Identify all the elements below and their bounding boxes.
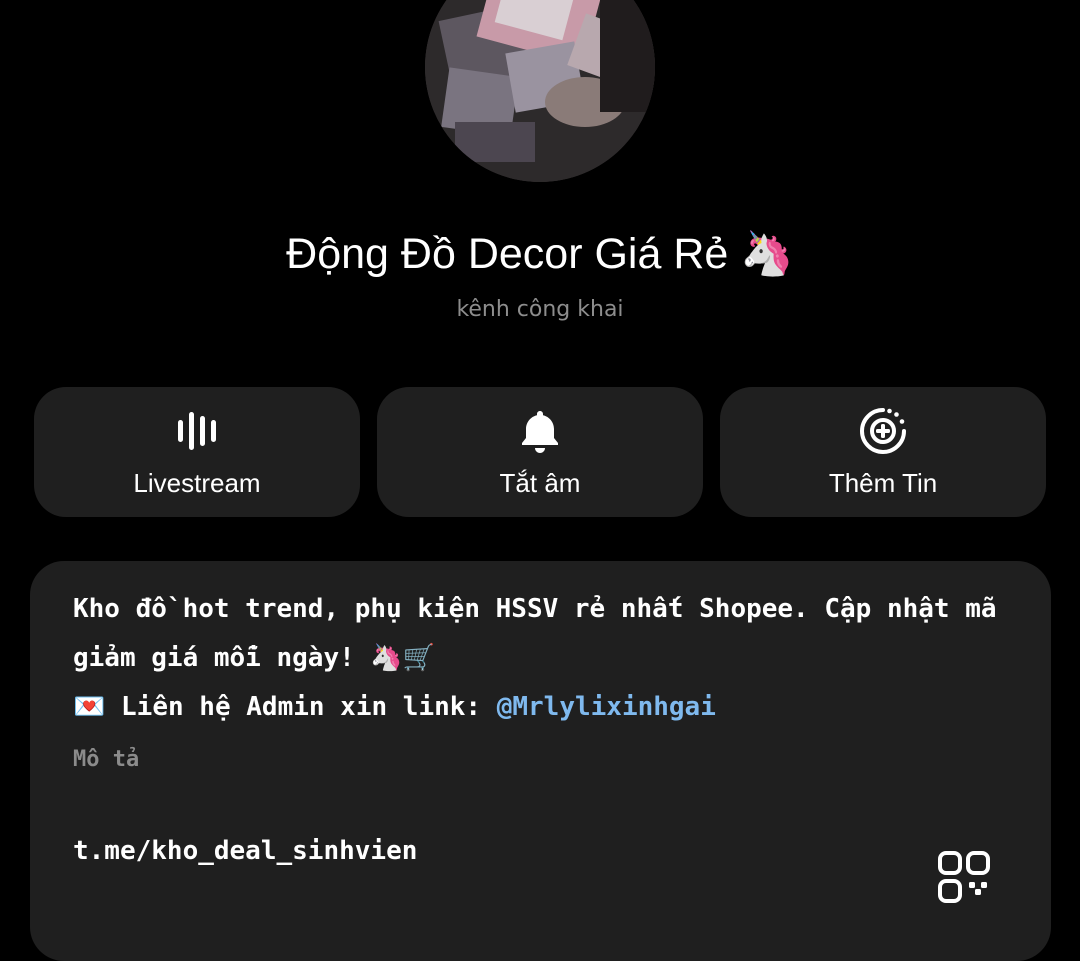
livestream-button[interactable]: Livestream — [34, 387, 360, 517]
contact-text: Liên hệ Admin xin link: — [121, 692, 482, 722]
add-story-label: Thêm Tin — [828, 468, 938, 498]
description-label: Mô tả — [73, 747, 140, 772]
channel-description: Kho đồ hot trend, phụ kiện HSSV rẻ nhất … — [73, 585, 1013, 732]
mute-button[interactable]: Tắt âm — [377, 387, 703, 517]
description-line-2: giảm giá mỗi ngày! 🦄🛒 — [73, 634, 1013, 683]
channel-type-label: kênh công khai — [456, 297, 624, 322]
add-story-button[interactable]: Thêm Tin — [720, 387, 1046, 517]
channel-name-text: Động Đồ Decor Giá Rẻ — [286, 230, 729, 278]
channel-avatar[interactable] — [425, 0, 655, 182]
livestream-label: Livestream — [133, 468, 261, 498]
channel-name: Động Đồ Decor Giá Rẻ 🦄 — [0, 222, 1080, 286]
unicorn-emoji-icon: 🦄 — [740, 230, 794, 278]
channel-link[interactable]: t.me/kho_deal_sinhvien — [73, 833, 417, 869]
unicorn-cart-emoji-icon: 🦄🛒 — [370, 643, 436, 673]
contact-line: 💌 Liên hệ Admin xin link: @Mrlylixinhgai — [73, 683, 1013, 732]
description-line-1: Kho đồ hot trend, phụ kiện HSSV rẻ nhất … — [73, 594, 997, 624]
love-letter-emoji-icon: 💌 — [73, 692, 106, 722]
description-line-2-text: giảm giá mỗi ngày! — [73, 643, 355, 673]
avatar-photo — [425, 0, 655, 182]
add-story-icon — [860, 408, 906, 454]
livestream-icon — [178, 412, 216, 450]
admin-mention-link[interactable]: @Mrlylixinhgai — [497, 692, 716, 722]
bell-icon — [522, 411, 558, 453]
qr-code-icon[interactable] — [938, 851, 990, 903]
channel-info-card: Kho đồ hot trend, phụ kiện HSSV rẻ nhất … — [30, 561, 1051, 961]
mute-label: Tắt âm — [499, 468, 581, 498]
